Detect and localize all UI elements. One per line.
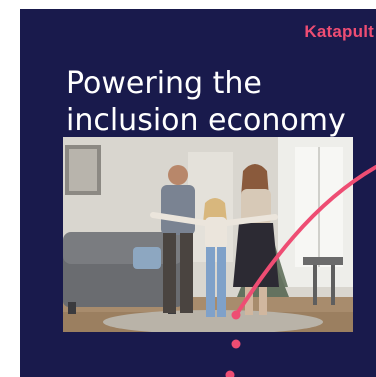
family-living-room-photo: [63, 137, 353, 332]
katapult-logo: Katapult: [304, 22, 374, 41]
ad-headline: Powering the inclusion economy: [66, 65, 366, 139]
headline-line-2: inclusion economy: [66, 103, 346, 138]
katapult-ad-banner[interactable]: Katapult Powering the inclusion economy: [20, 9, 376, 377]
photo-illustration: [63, 137, 353, 332]
accent-dot-3: [225, 370, 235, 377]
accent-dot-2: [231, 339, 241, 349]
headline-line-1: Powering the: [66, 66, 262, 101]
